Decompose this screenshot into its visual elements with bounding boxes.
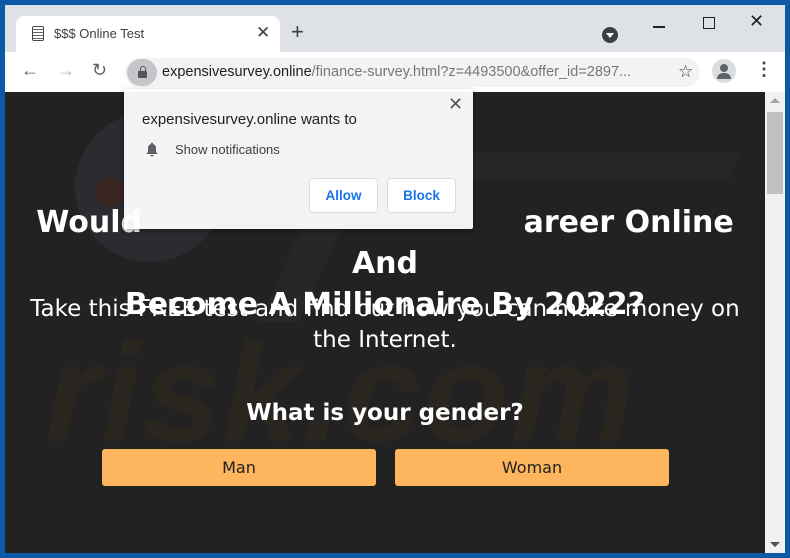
reload-button[interactable]: ↻ bbox=[92, 60, 107, 81]
answer-woman-button[interactable]: Woman bbox=[395, 449, 669, 486]
bell-icon bbox=[146, 142, 158, 157]
scroll-thumb[interactable] bbox=[767, 112, 783, 194]
browser-window: $$$ Online Test ✕ + ✕ ← → ↻ expensivesur… bbox=[5, 5, 785, 553]
url-text[interactable]: expensivesurvey.online/finance-survey.ht… bbox=[162, 64, 631, 80]
popup-close-icon[interactable]: ✕ bbox=[448, 94, 463, 115]
popup-title: expensivesurvey.online wants to bbox=[142, 111, 357, 128]
bookmark-star-icon[interactable]: ☆ bbox=[678, 62, 693, 82]
forward-button[interactable]: → bbox=[57, 60, 75, 81]
profile-avatar-icon[interactable] bbox=[712, 59, 736, 83]
toolbar: ← → ↻ expensivesurvey.online/finance-sur… bbox=[5, 52, 785, 92]
answer-man-button[interactable]: Man bbox=[102, 449, 376, 486]
lock-icon bbox=[138, 66, 147, 78]
scroll-up-arrow-icon[interactable] bbox=[770, 98, 780, 103]
back-button[interactable]: ← bbox=[21, 60, 39, 81]
window-close-icon[interactable]: ✕ bbox=[749, 11, 764, 32]
vertical-scrollbar[interactable] bbox=[765, 92, 785, 553]
minimize-icon[interactable] bbox=[653, 26, 665, 28]
site-info-button[interactable] bbox=[127, 59, 157, 86]
url-host: expensivesurvey.online bbox=[162, 64, 312, 80]
document-icon bbox=[32, 26, 44, 41]
tab-close-icon[interactable]: ✕ bbox=[256, 23, 270, 43]
allow-button[interactable]: Allow bbox=[309, 178, 378, 213]
notification-permission-popup: expensivesurvey.online wants to ✕ Show n… bbox=[124, 89, 473, 229]
url-path: /finance-survey.html?z=4493500&offer_id=… bbox=[311, 64, 632, 80]
maximize-icon[interactable] bbox=[703, 17, 715, 29]
scroll-down-arrow-icon[interactable] bbox=[770, 542, 780, 547]
permission-label: Show notifications bbox=[175, 142, 280, 157]
gender-question: What is your gender? bbox=[246, 400, 524, 426]
tab-active[interactable]: $$$ Online Test ✕ bbox=[16, 16, 280, 54]
tab-title: $$$ Online Test bbox=[54, 26, 145, 41]
address-bar[interactable]: expensivesurvey.online/finance-survey.ht… bbox=[125, 58, 700, 87]
browser-menu-icon[interactable]: ⋮ bbox=[755, 60, 773, 78]
block-button[interactable]: Block bbox=[387, 178, 456, 213]
tab-strip: $$$ Online Test ✕ + ✕ bbox=[5, 5, 785, 54]
new-tab-button[interactable]: + bbox=[291, 21, 304, 43]
tab-search-icon[interactable] bbox=[602, 27, 618, 43]
subtitle: Take this FREE test and find out how you… bbox=[30, 296, 740, 353]
